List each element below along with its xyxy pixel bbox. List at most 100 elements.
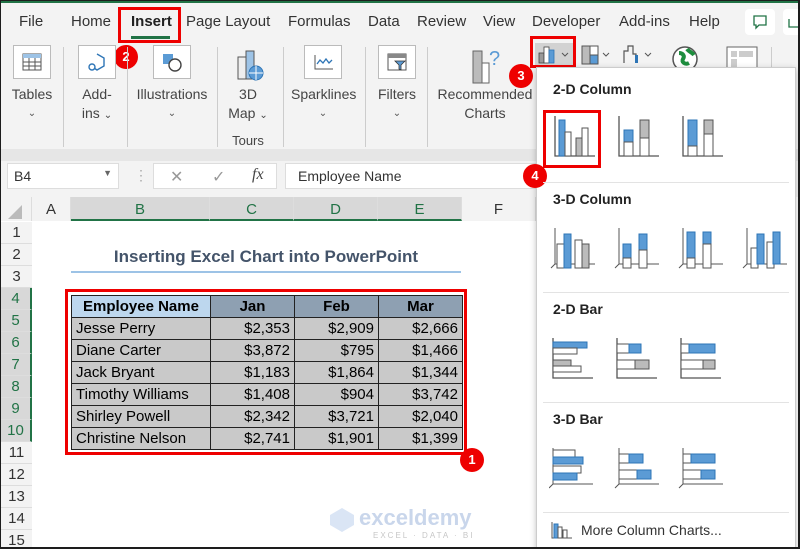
filters-button[interactable]: Filters ⌄ bbox=[375, 45, 419, 123]
stacked-bar-icon bbox=[616, 338, 657, 379]
clustered-bar-option[interactable] bbox=[549, 334, 597, 382]
step-badge-3: 3 bbox=[509, 64, 533, 88]
divider bbox=[127, 47, 128, 147]
3d-map-icon bbox=[225, 45, 271, 85]
tab-developer[interactable]: Developer bbox=[532, 11, 600, 33]
tab-page-layout[interactable]: Page Layout bbox=[186, 11, 270, 33]
insert-hierarchy-chart-button[interactable] bbox=[579, 43, 615, 67]
3d-clustered-column-option[interactable] bbox=[549, 224, 597, 272]
100-stacked-column-icon bbox=[682, 116, 723, 157]
3d-clustered-column-icon bbox=[550, 228, 595, 269]
3d-clustered-bar-icon bbox=[548, 448, 593, 489]
formula-controls: ✕ ✓ fx bbox=[153, 163, 277, 189]
tab-view[interactable]: View bbox=[483, 11, 515, 33]
column-header-b[interactable]: B bbox=[71, 197, 210, 221]
column-chart-icon bbox=[551, 522, 572, 539]
table-icon bbox=[13, 45, 51, 79]
3d-column-icon bbox=[742, 228, 787, 269]
row-header[interactable]: 9 bbox=[1, 398, 32, 420]
3d-100-stacked-bar-icon bbox=[678, 448, 723, 489]
divider bbox=[217, 47, 218, 147]
row-header[interactable]: 10 bbox=[1, 420, 32, 442]
row-header[interactable]: 1 bbox=[1, 222, 32, 244]
100-stacked-bar-icon bbox=[680, 338, 721, 379]
tab-add-ins[interactable]: Add-ins bbox=[619, 11, 670, 33]
row-header[interactable]: 6 bbox=[1, 332, 32, 354]
row-header[interactable]: 14 bbox=[1, 508, 32, 530]
more-column-charts-link[interactable]: More Column Charts... bbox=[551, 521, 722, 539]
drag-handle-icon[interactable]: ⋮ bbox=[134, 167, 148, 184]
stacked-column-option[interactable] bbox=[613, 112, 661, 160]
stacked-bar-option[interactable] bbox=[613, 334, 661, 382]
row-header[interactable]: 15 bbox=[1, 530, 32, 547]
chevron-down-icon: ⌄ bbox=[167, 108, 177, 119]
tab-review[interactable]: Review bbox=[417, 11, 466, 33]
divider bbox=[365, 47, 366, 147]
section-2d-bar: 2-D Bar bbox=[553, 301, 603, 317]
column-header-d[interactable]: D bbox=[294, 197, 378, 221]
3d-100-stacked-column-icon bbox=[678, 228, 723, 269]
excel-window: File Home Insert Page Layout Formulas Da… bbox=[1, 1, 798, 547]
comments-button[interactable] bbox=[745, 9, 775, 35]
stacked-column-icon bbox=[618, 116, 659, 157]
insert-function-icon[interactable]: fx bbox=[252, 166, 264, 184]
tab-home[interactable]: Home bbox=[71, 11, 111, 33]
100-stacked-bar-option[interactable] bbox=[677, 334, 725, 382]
insert-waterfall-chart-button[interactable] bbox=[621, 43, 657, 67]
name-box[interactable]: B4 ▼ bbox=[7, 163, 119, 189]
column-chart-highlight bbox=[530, 36, 576, 68]
shapes-icon bbox=[153, 45, 191, 79]
row-header[interactable]: 4 bbox=[1, 288, 32, 310]
divider bbox=[543, 182, 789, 183]
row-header[interactable]: 2 bbox=[1, 244, 32, 266]
sheet-title: Inserting Excel Chart into PowerPoint bbox=[71, 247, 461, 273]
column-header-f[interactable]: F bbox=[462, 197, 536, 221]
3d-column-option[interactable] bbox=[741, 224, 789, 272]
3d-map-button[interactable]: 3D Map ⌄ Tours bbox=[225, 45, 271, 150]
chevron-down-icon: ⌄ bbox=[318, 108, 328, 119]
slicer-icon bbox=[378, 45, 416, 79]
3d-stacked-bar-icon bbox=[614, 448, 659, 489]
add-ins-button[interactable]: Add- ins ⌄ bbox=[75, 45, 119, 125]
share-icon bbox=[788, 19, 798, 28]
row-header[interactable]: 11 bbox=[1, 442, 32, 464]
comment-icon bbox=[753, 15, 767, 30]
3d-100-stacked-column-option[interactable] bbox=[677, 224, 725, 272]
clustered-column-highlight bbox=[543, 110, 601, 168]
sparkline-icon bbox=[304, 45, 342, 79]
row-header[interactable]: 3 bbox=[1, 266, 32, 288]
row-header[interactable]: 5 bbox=[1, 310, 32, 332]
tab-help[interactable]: Help bbox=[689, 11, 720, 33]
row-header[interactable]: 13 bbox=[1, 486, 32, 508]
tables-button[interactable]: Tables ⌄ bbox=[9, 45, 55, 123]
add-ins-icon bbox=[78, 45, 116, 79]
waterfall-chart-icon bbox=[623, 45, 652, 63]
data-range-highlight bbox=[65, 289, 467, 455]
100-stacked-column-option[interactable] bbox=[677, 112, 725, 160]
sparklines-button[interactable]: Sparklines ⌄ bbox=[291, 45, 356, 123]
divider bbox=[543, 292, 789, 293]
3d-stacked-bar-option[interactable] bbox=[613, 444, 661, 492]
3d-stacked-column-option[interactable] bbox=[613, 224, 661, 272]
tab-formulas[interactable]: Formulas bbox=[288, 11, 351, 33]
column-header-a[interactable]: A bbox=[32, 197, 71, 221]
illustrations-button[interactable]: Illustrations ⌄ bbox=[135, 45, 209, 123]
cancel-icon[interactable]: ✕ bbox=[170, 167, 183, 187]
3d-100-stacked-bar-option[interactable] bbox=[677, 444, 725, 492]
tab-file[interactable]: File bbox=[19, 11, 43, 33]
tab-data[interactable]: Data bbox=[368, 11, 400, 33]
select-all-button[interactable] bbox=[1, 197, 32, 221]
divider bbox=[63, 47, 64, 147]
3d-clustered-bar-option[interactable] bbox=[548, 444, 597, 492]
row-header[interactable]: 8 bbox=[1, 376, 32, 398]
divider bbox=[543, 402, 789, 403]
enter-icon[interactable]: ✓ bbox=[212, 167, 225, 187]
chevron-down-icon: ⌄ bbox=[392, 108, 402, 119]
divider bbox=[427, 47, 428, 147]
row-header[interactable]: 12 bbox=[1, 464, 32, 486]
column-header-e[interactable]: E bbox=[378, 197, 462, 221]
column-header-c[interactable]: C bbox=[210, 197, 294, 221]
insert-tab-highlight bbox=[118, 7, 181, 43]
share-button[interactable] bbox=[783, 9, 798, 35]
row-header[interactable]: 7 bbox=[1, 354, 32, 376]
